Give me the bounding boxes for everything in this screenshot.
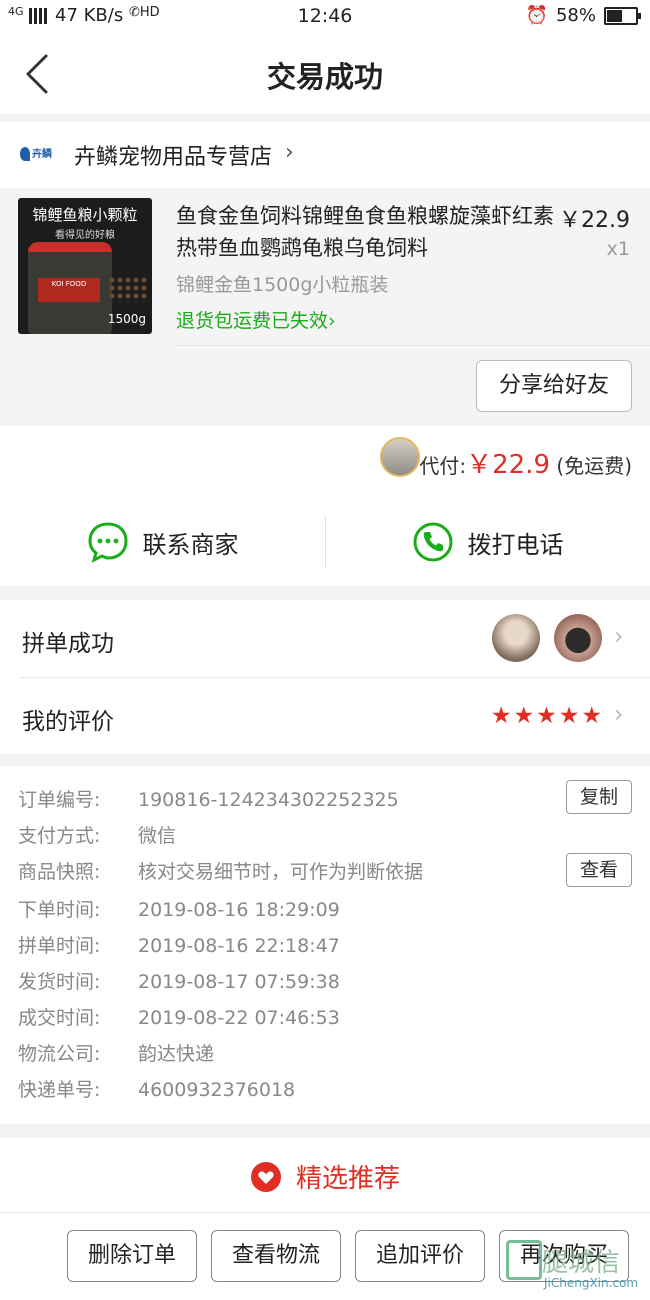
- chat-bubble-icon: [87, 522, 128, 563]
- payment-amount: ￥22.9: [466, 450, 551, 480]
- phone-icon: [413, 522, 452, 562]
- contact-merchant-button[interactable]: 联系商家: [0, 498, 325, 586]
- chevron-right-icon: ›: [614, 700, 624, 728]
- payment-row: 代付:￥22.9 (免运费): [0, 426, 650, 499]
- detail-label: 成交时间:: [18, 1007, 101, 1029]
- status-right: ⏰ 58%: [525, 5, 641, 26]
- jar-label: KOI FOOD: [38, 278, 100, 302]
- contact-merchant-label: 联系商家: [142, 530, 239, 559]
- product-image-weight: 1500g: [107, 312, 146, 326]
- view-snapshot-button[interactable]: 查看: [566, 853, 632, 887]
- detail-row-tracking: 快递单号: 4600932376018: [18, 1072, 295, 1108]
- group-review-section: 拼单成功 › 我的评价 ★★★★★ ›: [0, 600, 650, 754]
- watermark-mark-icon: [506, 1240, 542, 1280]
- detail-row-snapshot: 商品快照: 核对交易细节时，可作为判断依据: [18, 854, 423, 890]
- detail-label: 支付方式:: [18, 825, 101, 847]
- product-image-banner: 锦鲤鱼粮小颗粒: [32, 206, 138, 224]
- detail-label: 发货时间:: [18, 971, 101, 993]
- my-review-label: 我的评价: [22, 709, 114, 735]
- pellets-graphic: [108, 276, 148, 302]
- call-phone-button[interactable]: 拨打电话: [325, 498, 650, 586]
- watermark-url: JiChengXin.com: [544, 1276, 639, 1290]
- detail-label: 物流公司:: [18, 1043, 101, 1065]
- recommend-label: 精选推荐: [295, 1164, 400, 1194]
- group-time-value: 2019-08-16 22:18:47: [138, 935, 340, 957]
- contact-row: 联系商家 拨打电话: [0, 498, 650, 586]
- call-phone-label: 拨打电话: [467, 530, 564, 559]
- payment-method-value: 微信: [138, 825, 177, 847]
- member-avatar[interactable]: [554, 614, 602, 662]
- detail-row-payment-method: 支付方式: 微信: [18, 818, 176, 854]
- chevron-right-icon: ›: [285, 140, 294, 165]
- product-image[interactable]: 锦鲤鱼粮小颗粒 看得见的好粮 KOI FOOD 1500g: [18, 198, 152, 334]
- store-name[interactable]: 卉鳞宠物用品专营店: [74, 139, 272, 171]
- tracking-number-value[interactable]: 4600932376018: [138, 1072, 295, 1108]
- detail-row-order-id: 订单编号: 190816-124234302252325: [18, 782, 399, 818]
- store-row[interactable]: 卉鳞 卉鳞宠物用品专营店 ›: [0, 122, 650, 188]
- recommend-heart-icon: [250, 1161, 281, 1192]
- chevron-right-icon: ›: [328, 310, 336, 332]
- courier-value: 韵达快递: [138, 1043, 215, 1065]
- order-id-value: 190816-124234302252325: [138, 789, 399, 811]
- member-avatar[interactable]: [492, 614, 540, 662]
- shipping-note: (免运费): [556, 454, 632, 478]
- deal-time-value: 2019-08-22 07:46:53: [138, 1007, 340, 1029]
- share-to-friend-button[interactable]: 分享给好友: [476, 360, 632, 412]
- page-title: 交易成功: [266, 60, 383, 94]
- rating-stars: ★★★★★: [490, 703, 604, 729]
- payment-summary: 代付:￥22.9 (免运费): [419, 444, 632, 481]
- add-review-button[interactable]: 追加评价: [355, 1230, 485, 1282]
- view-logistics-button[interactable]: 查看物流: [211, 1230, 341, 1282]
- detail-row-order-time: 下单时间: 2019-08-16 18:29:09: [18, 892, 340, 928]
- product-card[interactable]: 锦鲤鱼粮小颗粒 看得见的好粮 KOI FOOD 1500g 鱼食金鱼饲料锦鲤鱼食…: [0, 188, 650, 426]
- snapshot-value: 核对交易细节时，可作为判断依据: [138, 861, 424, 883]
- delete-order-button[interactable]: 删除订单: [67, 1230, 197, 1282]
- ship-time-value: 2019-08-17 07:59:38: [138, 971, 340, 993]
- nav-bar: 交易成功: [0, 34, 650, 114]
- detail-label: 商品快照:: [18, 861, 101, 883]
- detail-row-deal-time: 成交时间: 2019-08-22 07:46:53: [18, 1000, 340, 1036]
- food-jar-graphic: KOI FOOD: [28, 242, 112, 334]
- payer-avatar[interactable]: [380, 437, 420, 477]
- order-details: 订单编号: 190816-124234302252325 复制 支付方式: 微信…: [0, 766, 650, 1124]
- detail-row-ship-time: 发货时间: 2019-08-17 07:59:38: [18, 964, 340, 1000]
- recommend-header: 精选推荐: [0, 1138, 650, 1213]
- payment-label: 代付:: [419, 454, 467, 478]
- detail-label: 快递单号:: [18, 1079, 101, 1101]
- detail-label: 下单时间:: [18, 899, 101, 921]
- group-success-label: 拼单成功: [22, 631, 114, 657]
- product-quantity: x1: [606, 238, 630, 260]
- store-logo: 卉鳞: [20, 144, 62, 166]
- product-title[interactable]: 鱼食金鱼饲料锦鲤鱼食鱼粮螺旋藻虾红素热带鱼血鹦鹉龟粮乌龟饲料: [176, 200, 556, 264]
- detail-label: 拼单时间:: [18, 935, 101, 957]
- battery-icon: [604, 6, 641, 25]
- chevron-right-icon: ›: [614, 622, 624, 650]
- watermark-text: 腿城信: [542, 1248, 621, 1278]
- watermark-logo: 腿城信 JiChengXin.com: [506, 1236, 646, 1298]
- return-shipping-link[interactable]: 退货包运费已失效›: [176, 306, 336, 333]
- status-bar: 4G 47 KB/s ✆HD 12:46 ⏰ 58%: [0, 0, 650, 34]
- product-spec: 锦鲤金鱼1500g小粒瓶装: [176, 274, 389, 296]
- detail-label: 订单编号:: [18, 789, 101, 811]
- detail-row-group-time: 拼单时间: 2019-08-16 22:18:47: [18, 928, 340, 964]
- recommend-title: 精选推荐: [0, 1158, 650, 1195]
- alarm-icon: ⏰: [525, 5, 548, 26]
- divider: [176, 345, 650, 346]
- battery-percent: 58%: [555, 5, 596, 26]
- product-price: ￥22.9: [559, 208, 630, 233]
- detail-row-courier: 物流公司: 韵达快递: [18, 1036, 214, 1072]
- group-success-row[interactable]: 拼单成功 ›: [0, 600, 650, 677]
- product-image-subtitle: 看得见的好粮: [55, 230, 115, 241]
- copy-button[interactable]: 复制: [566, 780, 632, 814]
- order-time-value: 2019-08-16 18:29:09: [138, 899, 340, 921]
